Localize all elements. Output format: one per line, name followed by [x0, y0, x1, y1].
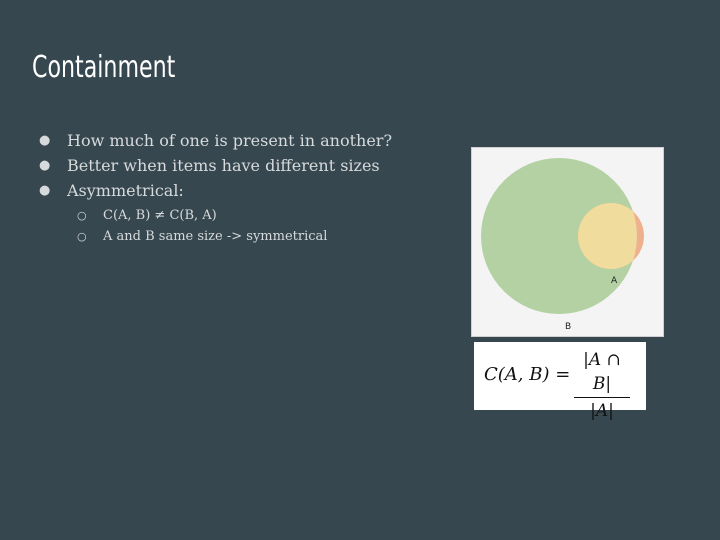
sub-bullet-ring-icon: ○ [77, 209, 87, 222]
bullet-dot-icon: ● [39, 183, 51, 198]
sub-bullet-text: C(A, B) ≠ C(B, A) [103, 208, 217, 223]
sub-bullet-list: ○ C(A, B) ≠ C(B, A) ○ A and B same size … [67, 205, 438, 247]
set-b-label: B [565, 322, 571, 332]
bullet-text: Asymmetrical: [67, 181, 184, 200]
containment-formula: C(A, B) = |A ∩ B| |A| [474, 342, 646, 421]
venn-diagram: A B [471, 147, 664, 337]
sub-bullet-text: A and B same size -> symmetrical [103, 229, 328, 244]
bullet-item: ● Asymmetrical: ○ C(A, B) ≠ C(B, A) ○ A … [38, 178, 438, 247]
slide-title: Containment [32, 50, 176, 85]
bullet-item: ● Better when items have different sizes [38, 153, 438, 178]
formula-lhs: C(A, B) = [484, 364, 571, 385]
venn-svg: A B [481, 158, 644, 332]
bullet-list: ● How much of one is present in another?… [38, 128, 438, 247]
bullet-dot-icon: ● [39, 158, 51, 173]
set-a-label: A [611, 276, 618, 286]
formula-fraction: |A ∩ B| |A| [572, 348, 632, 423]
sub-bullet-item: ○ C(A, B) ≠ C(B, A) [67, 205, 438, 226]
sub-bullet-ring-icon: ○ [77, 230, 87, 243]
bullet-dot-icon: ● [39, 133, 51, 148]
formula-numerator: |A ∩ B| [583, 350, 621, 394]
sub-bullet-item: ○ A and B same size -> symmetrical [67, 226, 438, 247]
fraction-bar [574, 397, 630, 398]
bullet-item: ● How much of one is present in another? [38, 128, 438, 153]
bullet-text: Better when items have different sizes [67, 156, 380, 175]
formula-denominator: |A| [590, 401, 614, 421]
bullet-text: How much of one is present in another? [67, 131, 393, 150]
